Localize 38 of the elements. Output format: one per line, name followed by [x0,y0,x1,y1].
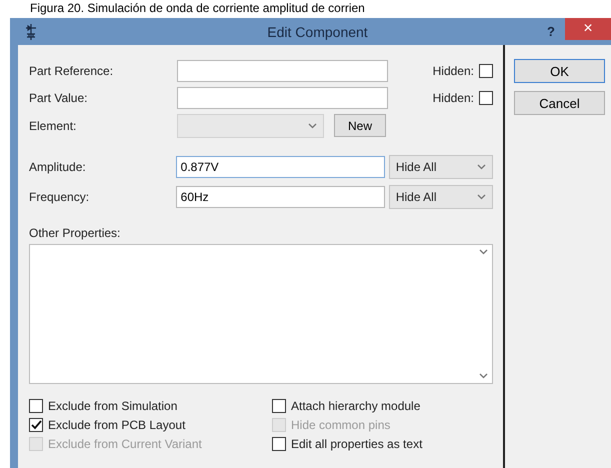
checkbox-label: Exclude from Current Variant [48,436,202,450]
checkbox[interactable] [29,398,43,412]
checkbox[interactable] [479,64,493,78]
checkbox-label: Exclude from Simulation [48,398,178,412]
input-field[interactable]: 0.877V [176,156,385,178]
field-label: Part Reference: [29,64,114,78]
checkbox[interactable] [272,398,286,412]
chevron-icon [477,164,486,170]
field-label: Frequency: [29,190,90,204]
visibility-dropdown[interactable]: Hide All [388,155,493,179]
chevron-icon [477,194,486,200]
section-label: Other Properties: [29,226,122,240]
help-button[interactable]: ? [537,24,565,39]
chevron-icon [308,122,317,128]
checkbox[interactable] [479,90,493,104]
input-field[interactable] [177,60,388,82]
dialog-button[interactable]: OK [514,59,605,83]
checkbox-label: Attach hierarchy module [291,398,420,412]
window-title: Edit Component [266,24,369,40]
component-icon [24,24,38,40]
input-field[interactable] [177,86,388,108]
checkbox-label: Edit all properties as text [291,436,422,450]
hidden-label: Hidden: [432,90,474,104]
checkbox-label: Exclude from PCB Layout [48,418,186,432]
dialog-button[interactable]: Cancel [514,91,605,115]
chevron-icon [478,249,488,255]
hidden-label: Hidden: [432,64,474,78]
field-label: Element: [29,118,78,132]
checkbox-label: Hide common pins [291,418,390,432]
checkbox[interactable] [29,418,43,432]
field-label: Amplitude: [29,160,87,174]
input-field[interactable]: 60Hz [176,186,385,208]
field-label: Part Value: [29,90,88,104]
visibility-dropdown[interactable]: Hide All [388,185,493,209]
figure-caption: Figura 20. Simulación de onda de corriente amplitud de corrien [29,0,366,17]
close-button[interactable]: × [565,18,611,40]
checkbox[interactable] [272,436,286,450]
chevron-icon [478,373,488,379]
